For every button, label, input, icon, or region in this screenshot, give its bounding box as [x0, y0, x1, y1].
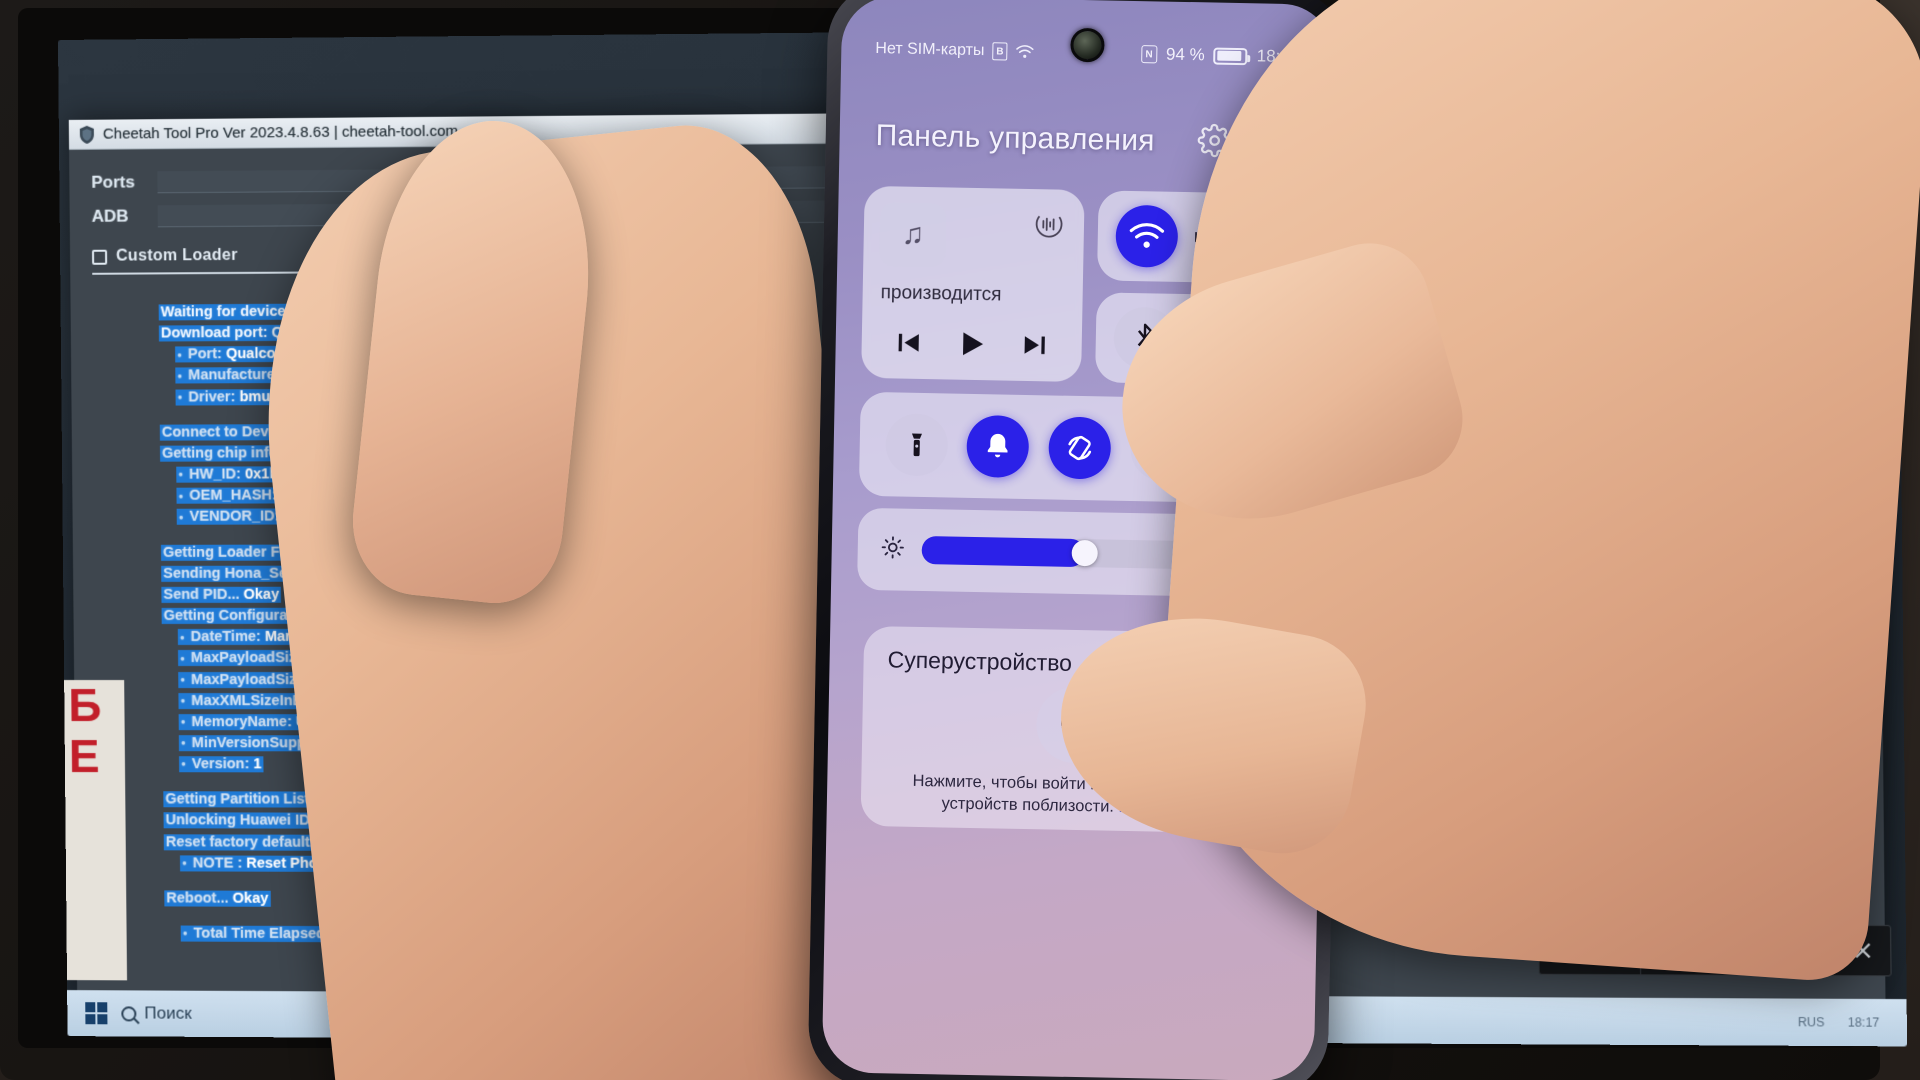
- system-tray: RUS 18:17: [1798, 1015, 1880, 1030]
- music-note-icon: ♫: [879, 202, 947, 268]
- flashlight-icon[interactable]: [884, 413, 949, 477]
- sim-card-icon: B: [992, 42, 1008, 61]
- status-left: Нет SIM-карты B: [875, 40, 1034, 61]
- battery-percent: 94 %: [1165, 44, 1205, 65]
- taskbar-search-label: Поиск: [144, 1003, 192, 1023]
- log-value: Okay: [232, 890, 269, 907]
- log-label: Send PID...: [163, 586, 244, 603]
- log-label: OEM_HASH:: [189, 487, 281, 504]
- prev-track-icon[interactable]: [893, 327, 924, 363]
- log-value: 1: [253, 756, 262, 773]
- log-label: Driver:: [188, 388, 240, 406]
- wall-poster: БЕ: [64, 679, 128, 981]
- log-label: Unlocking Huawei ID....: [165, 812, 331, 830]
- brightness-low-icon: [879, 534, 906, 565]
- log-line-text: Waiting for device...: [158, 303, 300, 321]
- brightness-knob[interactable]: [1071, 539, 1099, 567]
- tray-clock[interactable]: 18:17: [1848, 1015, 1880, 1030]
- battery-icon: [1213, 47, 1248, 65]
- carrier-label: Нет SIM-карты: [875, 40, 985, 60]
- log-label: Reset factory default...: [165, 833, 327, 851]
- log-label: HW_ID:: [189, 466, 246, 483]
- phone-status-bar: Нет SIM-карты B N 94 % 18:17: [841, 35, 1333, 70]
- log-value: Okay: [243, 586, 280, 603]
- log-line-text: Reboot... Okay: [164, 890, 271, 907]
- wifi-status-icon: [1016, 45, 1034, 58]
- log-line-text: Send PID... Okay: [161, 586, 282, 603]
- adb-label: ADB: [91, 206, 129, 226]
- log-label: Reboot...: [166, 890, 233, 907]
- nfc-icon: N: [1140, 45, 1158, 64]
- brightness-fill: [921, 536, 1086, 568]
- bell-icon[interactable]: [966, 414, 1030, 479]
- rotate-icon[interactable]: [1048, 416, 1112, 480]
- window-title: Cheetah Tool Pro Ver 2023.4.8.63 | cheet…: [102, 122, 459, 143]
- audio-cast-icon[interactable]: [1032, 207, 1067, 242]
- shield-icon: [79, 125, 94, 144]
- search-icon: [121, 1005, 137, 1021]
- taskbar-search[interactable]: Поиск: [121, 1003, 192, 1023]
- tray-language[interactable]: RUS: [1798, 1015, 1825, 1030]
- log-label: Total Time Elapsed:: [193, 925, 335, 943]
- log-label: DateTime:: [190, 629, 266, 646]
- log-label: VENDOR_ID:: [189, 508, 284, 526]
- play-icon[interactable]: [954, 327, 989, 367]
- log-label: Version:: [191, 756, 254, 773]
- log-label: Port:: [187, 346, 227, 363]
- scene-background: Cheetah Tool Pro Ver 2023.4.8.63 | cheet…: [0, 0, 1920, 1080]
- custom-loader-label: Custom Loader: [116, 246, 238, 265]
- log-label: MemoryName:: [191, 713, 297, 731]
- media-player-card[interactable]: ♫ производится: [861, 185, 1085, 383]
- next-track-icon[interactable]: [1020, 330, 1051, 366]
- media-controls: [861, 325, 1082, 368]
- wifi-icon: [1115, 204, 1179, 268]
- windows-start-icon[interactable]: [85, 1002, 108, 1025]
- log-line-text: Version: 1: [179, 756, 264, 773]
- page-title: Панель управления: [875, 119, 1155, 158]
- log-label: NOTE :: [192, 855, 247, 872]
- media-status-text: производится: [880, 282, 1002, 306]
- checkbox-icon: [92, 249, 108, 265]
- ports-label: Ports: [91, 172, 135, 192]
